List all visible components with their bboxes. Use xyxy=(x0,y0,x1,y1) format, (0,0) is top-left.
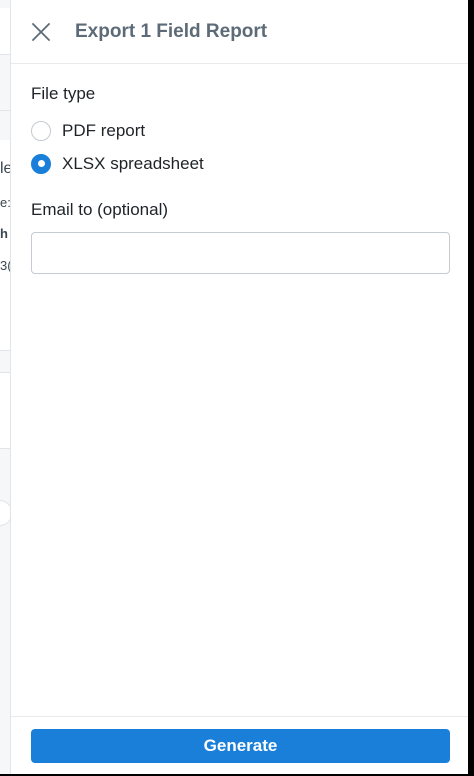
radio-button-xlsx[interactable] xyxy=(31,153,51,174)
email-input[interactable] xyxy=(31,232,450,274)
panel-title: Export 1 Field Report xyxy=(75,20,268,42)
radio-selected-dot xyxy=(37,160,45,167)
generate-button[interactable]: Generate xyxy=(31,729,450,763)
panel-footer: Generate xyxy=(11,716,468,776)
radio-label-pdf: PDF report xyxy=(62,120,146,140)
email-label: Email to (optional) xyxy=(31,200,169,219)
file-type-label: File type xyxy=(31,84,96,103)
radio-option-pdf[interactable]: PDF report xyxy=(31,114,448,147)
radio-option-xlsx[interactable]: XLSX spreadsheet xyxy=(31,147,448,180)
export-panel: Export 1 Field Report File type PDF repo… xyxy=(10,0,468,776)
close-icon xyxy=(32,22,50,41)
radio-label-xlsx: XLSX spreadsheet xyxy=(62,153,204,173)
radio-button-pdf[interactable] xyxy=(31,120,51,141)
panel-header: Export 1 Field Report xyxy=(11,0,468,64)
close-button[interactable] xyxy=(29,20,53,44)
panel-body: File type PDF report XLSX spreadsheet Em… xyxy=(11,64,468,274)
